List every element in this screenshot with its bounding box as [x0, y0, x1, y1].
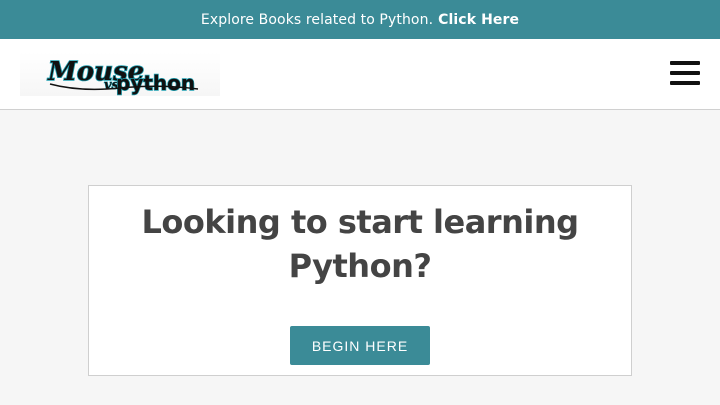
hero-card: Looking to start learning Python? BEGIN …: [88, 185, 632, 376]
promo-text: Explore Books related to Python.: [200, 11, 434, 28]
menu-bar: [670, 81, 700, 85]
logo-image: Mouse vs python: [46, 56, 199, 96]
promo-bar: Explore Books related to Python. Click H…: [0, 0, 720, 39]
hamburger-menu-icon[interactable]: [668, 58, 702, 88]
menu-bar: [670, 71, 700, 75]
site-logo[interactable]: Mouse vs python: [20, 52, 220, 96]
begin-here-button[interactable]: BEGIN HERE: [290, 326, 430, 365]
svg-text:python: python: [116, 71, 195, 95]
hero-title: Looking to start learning Python?: [141, 203, 580, 285]
promo-link[interactable]: Click Here: [438, 12, 519, 28]
menu-bar: [670, 61, 700, 65]
site-header: Mouse vs python: [0, 39, 720, 110]
